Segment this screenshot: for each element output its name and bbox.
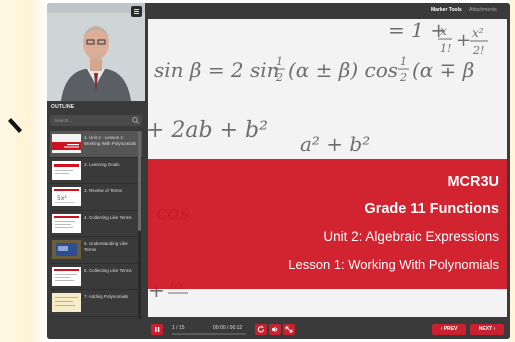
background-decoration: [0, 0, 48, 342]
slide-thumbnail-5: [52, 240, 81, 259]
outline-item-label: 6. Collecting Like Terms: [84, 267, 132, 273]
elapsed-time: 00:00 / 00:12: [213, 325, 243, 331]
svg-text:sin β = 2 sin: sin β = 2 sin: [154, 58, 280, 82]
pause-button[interactable]: [151, 324, 163, 335]
outline-item-label: 5. Understanding Like Terms: [84, 241, 128, 252]
attachments-tab[interactable]: Attachments: [469, 7, 497, 13]
replay-button[interactable]: [255, 324, 267, 335]
outline-heading: OUTLINE: [51, 104, 75, 110]
outline-item-label: 2. Learning Goals: [84, 161, 120, 167]
svg-text:(α ∓ β: (α ∓ β: [412, 58, 474, 82]
expand-icon: [285, 326, 293, 333]
seek-bar[interactable]: [172, 333, 246, 335]
title-banner: MCR3U Grade 11 Functions Unit 2: Algebra…: [148, 159, 507, 289]
presenter-video[interactable]: [47, 3, 145, 101]
chevron-right-icon: [8, 118, 22, 133]
outline-item-6[interactable]: 6. Collecting Like Terms: [50, 264, 142, 290]
volume-button[interactable]: [269, 324, 281, 335]
course-name: Grade 11 Functions: [364, 201, 499, 217]
outline-item-2[interactable]: 2. Learning Goals: [50, 158, 142, 184]
outline-item-3[interactable]: 5x² 3. Review of Terms: [50, 184, 142, 211]
svg-text:x: x: [440, 24, 447, 38]
slide-canvas: = 1 + x 1! + x² 2! sin β = 2 sin 1 2 (α …: [148, 19, 507, 317]
outline-scrollbar[interactable]: [138, 131, 141, 319]
outline-item-7[interactable]: 7. Adding Polynomials: [50, 290, 142, 317]
lesson-title: Lesson 1: Working With Polynomials: [288, 257, 499, 272]
outline-item-label: 7. Adding Polynomials: [84, 294, 129, 299]
course-code: MCR3U: [447, 174, 499, 190]
unit-title: Unit 2: Algebraic Expressions: [323, 229, 499, 244]
svg-text:5x²: 5x²: [57, 195, 67, 202]
slide-thumbnail-7: [52, 293, 81, 312]
pause-icon: [155, 327, 160, 332]
camera-toggle-icon[interactable]: [131, 6, 142, 17]
search-placeholder: Search...: [54, 118, 73, 123]
presenter-image: [47, 3, 145, 101]
slide-thumbnail-4: [52, 213, 81, 233]
outline-scrollbar-thumb[interactable]: [138, 131, 141, 231]
svg-text:1: 1: [276, 55, 283, 68]
outline-item-label: 4. Collecting Like Terms: [84, 214, 132, 220]
next-button[interactable]: NEXT ›: [470, 324, 504, 335]
outline-item-5[interactable]: 5. Understanding Like Terms: [50, 237, 142, 264]
search-input[interactable]: Search...: [50, 115, 142, 126]
svg-text:1: 1: [400, 55, 407, 68]
svg-text:2: 2: [275, 71, 283, 84]
slide-thumbnail-1: [52, 134, 81, 153]
slide-thumbnail-3: 5x²: [52, 187, 81, 206]
prev-button[interactable]: ‹ PREV: [432, 324, 466, 335]
outline-item-4[interactable]: 4. Collecting Like Terms: [50, 211, 142, 237]
replay-icon: [257, 326, 264, 333]
svg-text:1!: 1!: [440, 42, 451, 55]
slide-counter: 1 / 15: [172, 325, 185, 331]
search-icon[interactable]: [131, 116, 140, 125]
outline-item-1[interactable]: 1. Unit 2 - Lesson 1: Working With Polyn…: [50, 131, 142, 158]
svg-text:a² + b²: a² + b²: [300, 132, 370, 156]
slide-thumbnail-2: [52, 160, 81, 180]
marker-tools-tab[interactable]: Marker Tools: [431, 7, 462, 13]
outline-list: 1. Unit 2 - Lesson 1: Working With Polyn…: [50, 131, 142, 319]
playback-bar: 1 / 15 00:00 / 00:12 ‹ PREV NEXT ›: [47, 319, 510, 339]
sidebar: OUTLINE Search... 1. Unit 2 - Lesson 1: …: [47, 3, 145, 319]
svg-text:x²: x²: [472, 26, 484, 40]
top-bar: Marker Tools Attachments: [145, 3, 510, 17]
svg-text:+ 2ab + b²: + 2ab + b²: [148, 118, 268, 143]
outline-item-label: 1. Unit 2 - Lesson 1: Working With Polyn…: [84, 135, 137, 146]
outline-item-label: 3. Review of Terms: [84, 188, 123, 193]
svg-text:+: +: [456, 30, 471, 51]
course-player: OUTLINE Search... 1. Unit 2 - Lesson 1: …: [47, 3, 510, 339]
svg-text:2!: 2!: [472, 44, 484, 57]
svg-text:(α ± β) cos: (α ± β) cos: [288, 58, 398, 82]
volume-icon: [272, 326, 278, 333]
svg-text:2: 2: [399, 71, 407, 84]
slide-thumbnail-6: [52, 266, 81, 286]
fullscreen-button[interactable]: [283, 324, 295, 335]
